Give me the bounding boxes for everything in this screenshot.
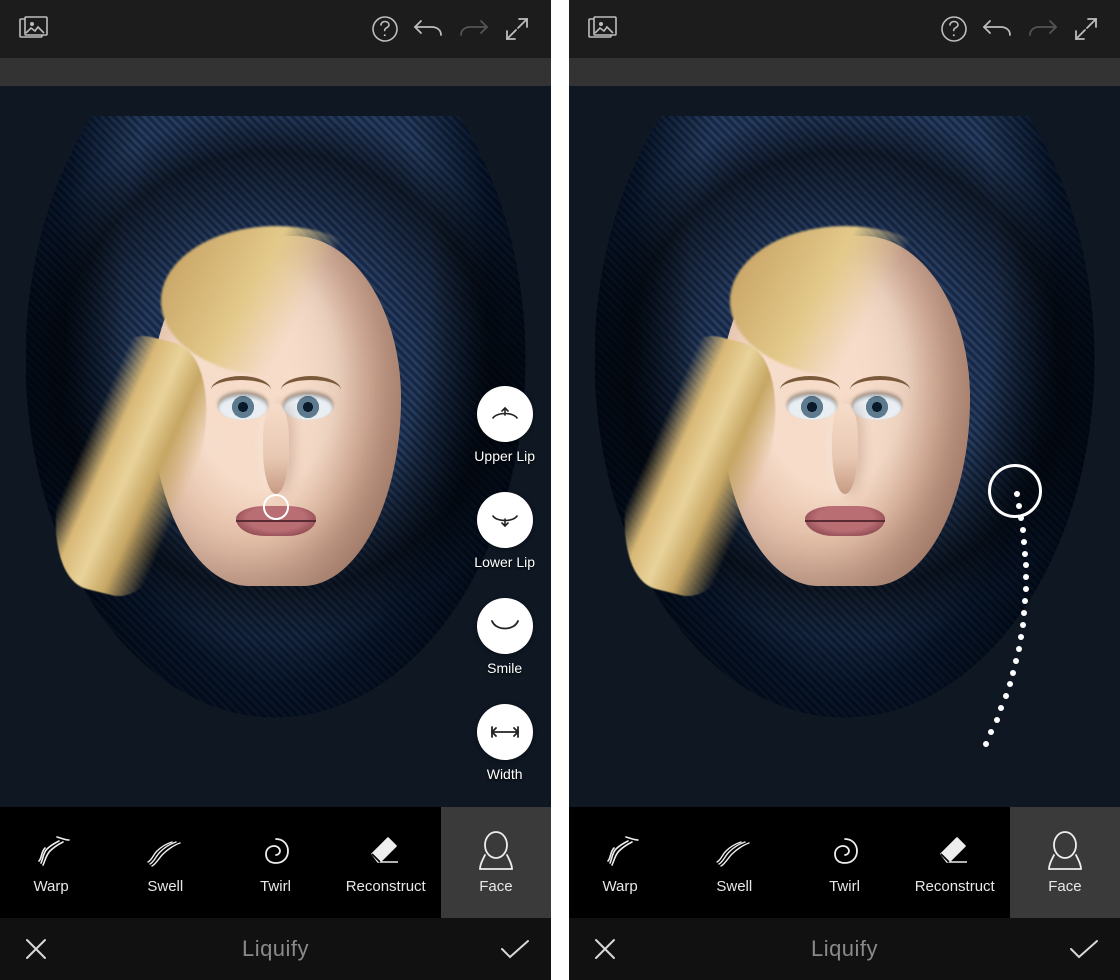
- gallery-icon[interactable]: [12, 7, 56, 51]
- top-toolbar: [569, 0, 1120, 58]
- lip-focus-indicator: [263, 494, 289, 520]
- tool-reconstruct[interactable]: Reconstruct: [900, 807, 1010, 918]
- swell-icon: [713, 830, 755, 872]
- top-toolbar: [0, 0, 551, 58]
- swell-icon: [144, 830, 186, 872]
- undo-icon[interactable]: [407, 7, 451, 51]
- gallery-icon[interactable]: [581, 7, 625, 51]
- option-smile[interactable]: Smile: [477, 598, 533, 676]
- editor-screen-right: Warp Swell Twirl Reconstruct Face: [569, 0, 1120, 980]
- confirm-button[interactable]: [1048, 918, 1120, 980]
- tool-reconstruct[interactable]: Reconstruct: [331, 807, 441, 918]
- option-width[interactable]: Width: [477, 704, 533, 782]
- help-icon[interactable]: [932, 7, 976, 51]
- face-options-column: Upper Lip Lower Lip Smile Width: [474, 386, 535, 782]
- screen-title: Liquify: [641, 936, 1048, 962]
- cancel-button[interactable]: [569, 918, 641, 980]
- tool-label: Warp: [602, 878, 637, 895]
- cancel-button[interactable]: [0, 918, 72, 980]
- fullscreen-icon[interactable]: [1064, 7, 1108, 51]
- fullscreen-icon[interactable]: [495, 7, 539, 51]
- context-strip: [0, 58, 551, 86]
- confirm-button[interactable]: [479, 918, 551, 980]
- undo-icon[interactable]: [976, 7, 1020, 51]
- twirl-icon: [255, 830, 297, 872]
- option-upper-lip[interactable]: Upper Lip: [474, 386, 535, 464]
- tool-label: Swell: [147, 878, 183, 895]
- option-label: Upper Lip: [474, 448, 535, 464]
- twirl-icon: [824, 830, 866, 872]
- tool-face[interactable]: Face: [441, 807, 551, 918]
- tool-label: Swell: [716, 878, 752, 895]
- option-label: Smile: [487, 660, 522, 676]
- face-icon: [475, 830, 517, 872]
- tool-swell[interactable]: Swell: [679, 807, 789, 918]
- option-label: Lower Lip: [474, 554, 535, 570]
- option-label: Width: [487, 766, 523, 782]
- tool-label: Face: [1048, 878, 1081, 895]
- tool-face[interactable]: Face: [1010, 807, 1120, 918]
- canvas[interactable]: [569, 86, 1120, 807]
- liquify-tool-strip: Warp Swell Twirl Reconstruct Face: [569, 807, 1120, 918]
- tool-twirl[interactable]: Twirl: [789, 807, 899, 918]
- tool-warp[interactable]: Warp: [569, 807, 679, 918]
- tool-swell[interactable]: Swell: [110, 807, 220, 918]
- confirm-bar: Liquify: [569, 918, 1120, 980]
- context-strip: [569, 58, 1120, 86]
- redo-icon[interactable]: [1020, 7, 1064, 51]
- eraser-icon: [934, 830, 976, 872]
- drag-path-indicator: [569, 86, 1120, 807]
- tool-label: Reconstruct: [915, 878, 995, 895]
- warp-icon: [34, 830, 76, 872]
- screen-title: Liquify: [72, 936, 479, 962]
- tool-label: Reconstruct: [346, 878, 426, 895]
- tool-label: Twirl: [260, 878, 291, 895]
- redo-icon[interactable]: [451, 7, 495, 51]
- canvas[interactable]: Upper Lip Lower Lip Smile Width: [0, 86, 551, 807]
- editor-screen-left: Upper Lip Lower Lip Smile Width: [0, 0, 551, 980]
- liquify-tool-strip: Warp Swell Twirl Reconstruct Face: [0, 807, 551, 918]
- tool-label: Face: [479, 878, 512, 895]
- eraser-icon: [365, 830, 407, 872]
- option-lower-lip[interactable]: Lower Lip: [474, 492, 535, 570]
- warp-icon: [603, 830, 645, 872]
- confirm-bar: Liquify: [0, 918, 551, 980]
- tool-label: Warp: [33, 878, 68, 895]
- help-icon[interactable]: [363, 7, 407, 51]
- tool-twirl[interactable]: Twirl: [220, 807, 330, 918]
- portrait: [26, 116, 526, 756]
- face-icon: [1044, 830, 1086, 872]
- tool-label: Twirl: [829, 878, 860, 895]
- tool-warp[interactable]: Warp: [0, 807, 110, 918]
